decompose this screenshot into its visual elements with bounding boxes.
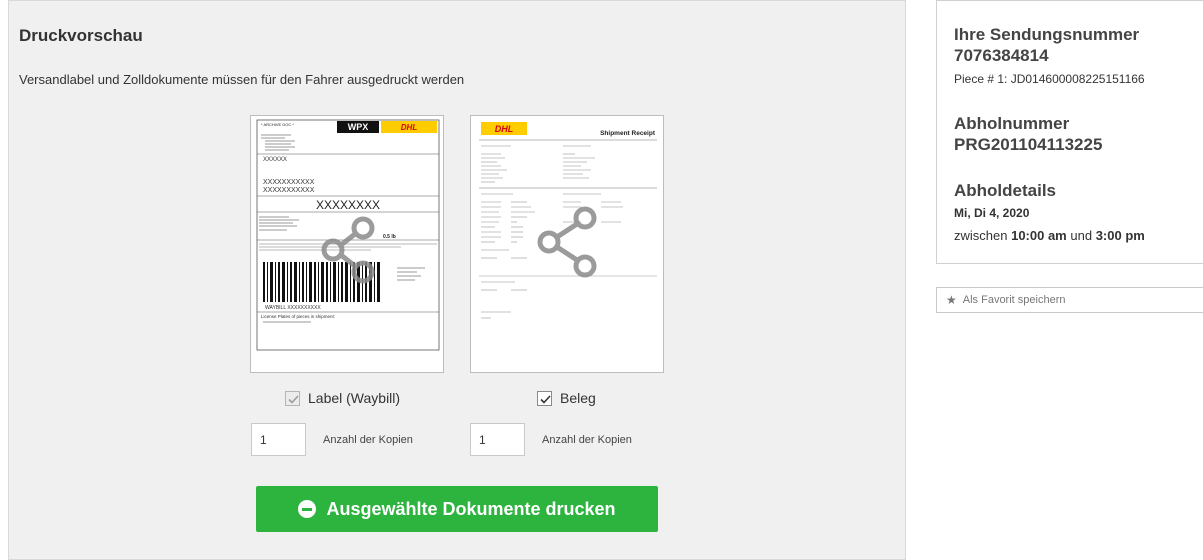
label-copies-label: Anzahl der Kopien — [323, 433, 413, 446]
pickup-number-heading: Abholnummer — [954, 114, 1070, 133]
receipt-copies-label: Anzahl der Kopien — [542, 433, 632, 446]
pickup-time-window: zwischen 10:00 am und 3:00 pm — [954, 228, 1145, 243]
time-conjunction: und — [1070, 228, 1093, 243]
label-license-plates: License Plates of pieces in shipment: — [261, 314, 335, 319]
label-copies-row: Anzahl der Kopien — [251, 423, 413, 456]
receipt-title: Shipment Receipt — [600, 130, 656, 137]
label-waybill-checkbox-row[interactable]: Label (Waybill) — [285, 390, 400, 406]
label-weight: 0.5 lb — [383, 234, 396, 240]
label-archive-text: * ARCHIVE DOC * — [261, 122, 294, 127]
label-address-2: XXXXXXXXXXX — [263, 187, 315, 194]
receipt-checkbox-row[interactable]: Beleg — [537, 390, 596, 406]
receipt-checkbox-label: Beleg — [560, 390, 596, 406]
label-routing-code: XXXXXXXX — [316, 198, 380, 212]
print-selected-documents-button[interactable]: Ausgewählte Dokumente drucken — [256, 486, 658, 532]
minus-circle-icon — [298, 500, 317, 518]
star-icon: ★ — [946, 293, 957, 307]
time-from: 10:00 am — [1011, 228, 1067, 243]
label-copies-input[interactable] — [251, 423, 306, 456]
checkmark-icon — [540, 394, 551, 404]
shipment-info-box: Ihre Sendungsnummer 7076384814 Piece # 1… — [936, 0, 1203, 264]
print-button-label: Ausgewählte Dokumente drucken — [326, 498, 616, 519]
receipt-dhl-logo: DHL — [495, 124, 514, 134]
save-as-favorite-button[interactable]: ★ Als Favorit speichern — [936, 287, 1203, 313]
label-waybill-number: WAYBILL XXXXXXXXXX — [265, 305, 321, 311]
piece-number: Piece # 1: JD014600008225151166 — [954, 72, 1145, 86]
label-waybill-checkbox[interactable] — [285, 390, 300, 406]
label-to-line: XXXXXX — [263, 157, 287, 163]
time-to: 3:00 pm — [1095, 228, 1145, 243]
pickup-number: PRG201104113225 — [954, 135, 1103, 154]
label-waybill-checkbox-label: Label (Waybill) — [308, 390, 401, 406]
checkmark-icon — [288, 394, 299, 404]
receipt-copies-row: Anzahl der Kopien — [470, 423, 632, 456]
receipt-preview-drawing: DHL Shipment Receipt — [479, 122, 657, 319]
page-subtitle: Versandlabel und Zolldokumente müssen fü… — [19, 72, 465, 87]
label-dhl-logo: DHL — [401, 123, 418, 132]
label-address-1: XXXXXXXXXXX — [263, 179, 315, 186]
receipt-checkbox[interactable] — [537, 390, 552, 406]
favorite-button-label: Als Favorit speichern — [962, 294, 1066, 306]
pickup-date: Mi, Di 4, 2020 — [954, 206, 1030, 220]
label-product-code: WPX — [348, 122, 369, 132]
time-prefix: zwischen — [954, 228, 1008, 243]
receipt-copies-input[interactable] — [470, 423, 525, 456]
shipment-number: 7076384814 — [954, 46, 1049, 65]
label-preview-drawing: * ARCHIVE DOC * WPX DHL XXXXXX XXXXXXXXX… — [256, 119, 440, 351]
shipment-number-heading: Ihre Sendungsnummer — [954, 25, 1140, 44]
receipt-preview-thumbnail: DHL Shipment Receipt — [470, 115, 664, 373]
share-watermark-icon — [537, 206, 597, 278]
page-title: Druckvorschau — [19, 26, 143, 45]
pickup-details-heading: Abholdetails — [954, 181, 1057, 200]
label-preview-thumbnail: * ARCHIVE DOC * WPX DHL XXXXXX XXXXXXXXX… — [250, 115, 444, 373]
